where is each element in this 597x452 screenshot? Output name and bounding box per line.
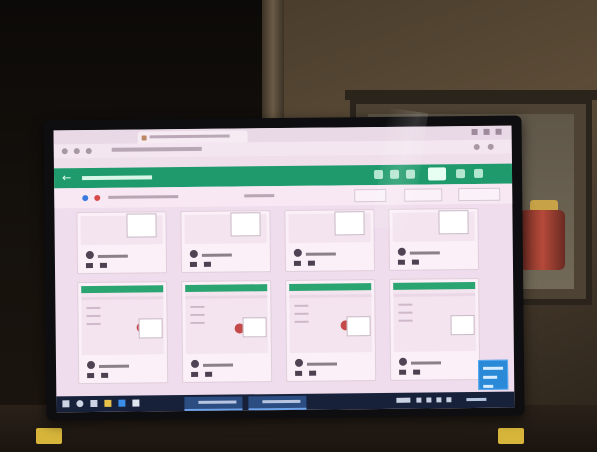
- avatar: [397, 247, 406, 256]
- card[interactable]: [76, 211, 168, 275]
- avatar: [189, 249, 198, 258]
- comment-icon[interactable]: [295, 370, 303, 376]
- avatar: [190, 359, 200, 368]
- menu-icon[interactable]: [487, 143, 494, 150]
- folder-icon[interactable]: [104, 399, 112, 407]
- notification-toast[interactable]: [477, 359, 509, 390]
- forward-icon[interactable]: [73, 148, 80, 155]
- minimize-icon[interactable]: [471, 128, 478, 136]
- start-icon[interactable]: [62, 400, 70, 408]
- card-author: [306, 362, 338, 366]
- avatar: [293, 248, 302, 257]
- like-icon[interactable]: [307, 260, 315, 266]
- ime-icon[interactable]: [446, 397, 452, 403]
- sheet-header: [81, 285, 164, 294]
- card-author: [99, 364, 130, 368]
- card-thumbnail: [80, 213, 163, 246]
- red-jar: [520, 210, 565, 270]
- comment-icon[interactable]: [87, 372, 95, 379]
- filter-label: [108, 195, 179, 199]
- card-author: [410, 361, 442, 365]
- back-arrow-icon[interactable]: ←: [62, 171, 71, 185]
- close-icon[interactable]: [495, 128, 502, 135]
- monitor-foot-left: [36, 428, 62, 444]
- app-title: [82, 175, 153, 181]
- language-icon[interactable]: [396, 397, 411, 403]
- comment-icon[interactable]: [399, 369, 407, 375]
- view-toggle-button[interactable]: [427, 167, 447, 181]
- avatar: [85, 250, 94, 260]
- monitor-screen: ←: [53, 125, 515, 413]
- monitor: ←: [43, 115, 525, 421]
- photo-scene: ←: [0, 0, 597, 452]
- card[interactable]: [180, 210, 272, 274]
- share-icon[interactable]: [455, 169, 466, 179]
- card-author: [97, 254, 128, 258]
- card[interactable]: [389, 277, 481, 381]
- app-icon[interactable]: [132, 399, 140, 407]
- taskbar: [56, 391, 515, 413]
- sheet-header: [185, 284, 268, 293]
- avatar: [86, 360, 96, 370]
- comment-icon[interactable]: [191, 371, 199, 377]
- card-author: [202, 363, 234, 367]
- like-icon[interactable]: [309, 370, 317, 376]
- like-icon[interactable]: [99, 262, 107, 268]
- url-input[interactable]: [111, 146, 202, 152]
- tab-title: [149, 134, 230, 139]
- sheet-header: [393, 281, 476, 290]
- more-icon[interactable]: [473, 168, 484, 179]
- taskbar-window[interactable]: [184, 396, 243, 412]
- avatar: [294, 358, 304, 367]
- monitor-foot-right: [498, 428, 524, 444]
- card[interactable]: [77, 281, 169, 385]
- like-icon[interactable]: [101, 372, 109, 378]
- network-icon[interactable]: [416, 397, 422, 403]
- battery-icon[interactable]: [436, 397, 442, 403]
- taskbar-window[interactable]: [248, 395, 307, 411]
- task-view-icon[interactable]: [90, 399, 98, 408]
- card[interactable]: [284, 209, 376, 272]
- like-icon[interactable]: [205, 371, 213, 377]
- comment-icon[interactable]: [397, 259, 405, 265]
- filter-chip-icon[interactable]: [82, 195, 89, 202]
- comment-icon[interactable]: [85, 263, 93, 269]
- back-icon[interactable]: [61, 148, 68, 155]
- extension-icon[interactable]: [473, 143, 480, 151]
- card-thumbnail: [288, 211, 371, 243]
- card-author: [305, 252, 336, 256]
- favicon-icon: [141, 135, 147, 141]
- comment-icon[interactable]: [293, 260, 301, 266]
- like-icon[interactable]: [411, 259, 419, 265]
- sheet-header: [289, 283, 372, 291]
- edge-icon[interactable]: [118, 399, 126, 407]
- card-author: [409, 251, 440, 255]
- card[interactable]: [285, 279, 377, 382]
- card-author: [201, 253, 232, 257]
- filter-toolbar: [54, 183, 513, 209]
- like-icon[interactable]: [413, 369, 421, 375]
- filter-chip-icon[interactable]: [94, 194, 101, 201]
- volume-icon[interactable]: [426, 397, 432, 403]
- search-input[interactable]: [458, 187, 501, 202]
- avatar: [398, 357, 408, 366]
- comment-icon[interactable]: [189, 261, 197, 267]
- maximize-icon[interactable]: [483, 128, 490, 135]
- card[interactable]: [181, 280, 273, 384]
- search-icon[interactable]: [76, 400, 84, 408]
- card-thumbnail: [184, 212, 267, 245]
- clock[interactable]: [466, 397, 487, 402]
- sort-label: [244, 194, 275, 198]
- reload-icon[interactable]: [85, 148, 92, 155]
- like-icon[interactable]: [203, 261, 211, 267]
